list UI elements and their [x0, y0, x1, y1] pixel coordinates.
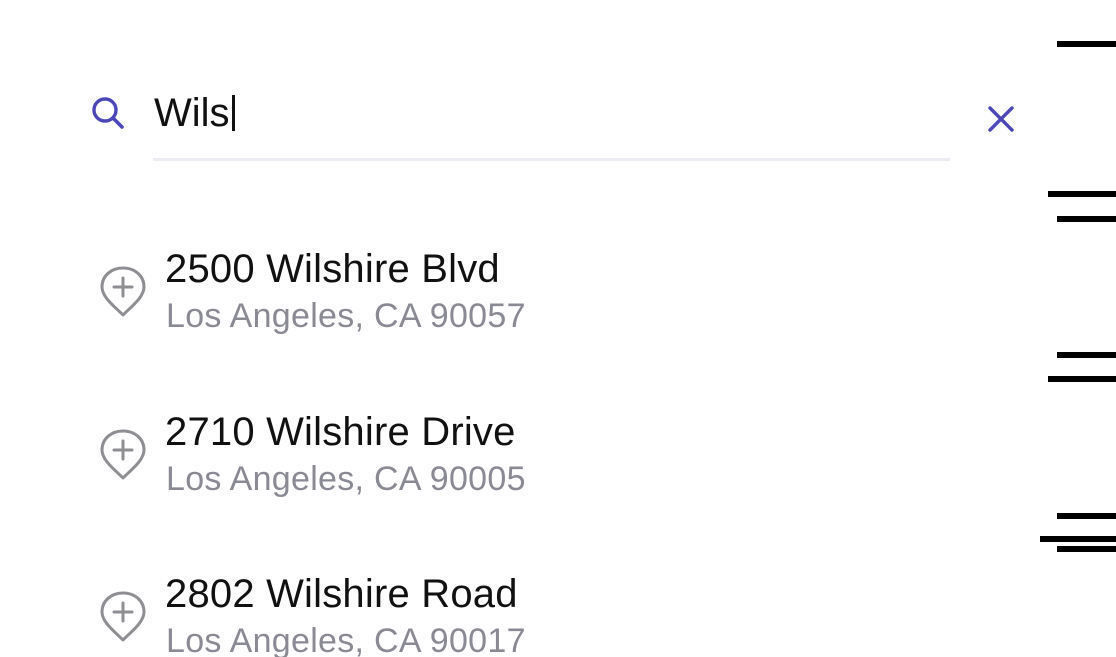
- drag-handle-line[interactable]: [1048, 191, 1116, 197]
- result-title: 2500 Wilshire Blvd: [165, 247, 500, 291]
- drag-handle-line[interactable]: [1057, 546, 1116, 552]
- list-item[interactable]: 2802 Wilshire Road Los Angeles, CA 90017: [96, 570, 956, 657]
- close-icon[interactable]: [982, 100, 1020, 138]
- add-location-pin-icon: [100, 266, 146, 317]
- result-subtitle: Los Angeles, CA 90005: [166, 460, 526, 498]
- list-item[interactable]: 2500 Wilshire Blvd Los Angeles, CA 90057: [96, 245, 956, 343]
- add-location-pin-icon: [100, 429, 146, 480]
- add-location-pin-icon: [100, 591, 146, 642]
- result-title: 2710 Wilshire Drive: [165, 410, 516, 454]
- drag-handle-line[interactable]: [1057, 41, 1116, 47]
- search-input-value: Wils: [154, 91, 230, 135]
- search-input[interactable]: Wils: [154, 90, 235, 136]
- search-icon: [92, 97, 124, 129]
- drag-handle-line[interactable]: [1057, 352, 1116, 358]
- list-item[interactable]: 2710 Wilshire Drive Los Angeles, CA 9000…: [96, 408, 956, 506]
- search-underline: [153, 158, 950, 161]
- location-search-screen: Wils 2500 Wilshire Blvd Los Angeles, CA …: [0, 0, 1116, 657]
- text-caret: [231, 95, 235, 131]
- drag-handle-line[interactable]: [1048, 376, 1116, 382]
- drag-handle-line[interactable]: [1040, 536, 1116, 542]
- result-subtitle: Los Angeles, CA 90057: [166, 297, 526, 335]
- drag-handle-line[interactable]: [1057, 513, 1116, 519]
- result-subtitle: Los Angeles, CA 90017: [166, 622, 526, 657]
- result-title: 2802 Wilshire Road: [165, 572, 518, 616]
- drag-handle-line[interactable]: [1057, 216, 1116, 222]
